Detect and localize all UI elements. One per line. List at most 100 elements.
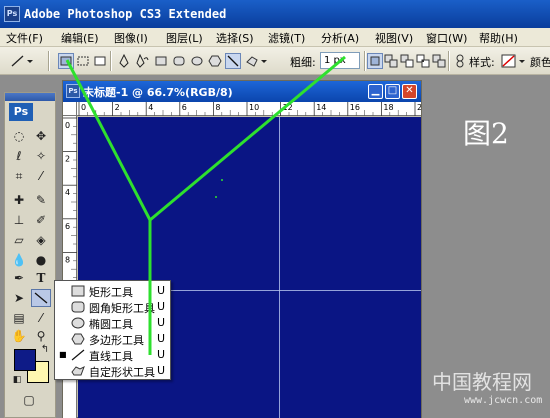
blur-tool-icon[interactable]: 💧 — [9, 251, 29, 269]
line-tool-button[interactable] — [225, 53, 241, 69]
rounded-rectangle-icon — [71, 301, 85, 313]
healing-brush-tool-icon[interactable]: ✚ — [9, 191, 29, 209]
ruler-label: 6 — [182, 103, 187, 112]
link-icon[interactable] — [452, 53, 468, 69]
color-label: 颜色 — [530, 56, 550, 69]
marquee-tool-icon[interactable]: ◌ — [9, 127, 29, 145]
crop-tool-icon[interactable]: ⌗ — [9, 167, 29, 185]
menu-filter[interactable]: 滤镜(T) — [268, 30, 305, 46]
path-selection-tool-icon[interactable]: ➤ — [9, 289, 29, 307]
pen-tool-icon[interactable]: ✒ — [9, 269, 29, 287]
shape-layers-button[interactable] — [58, 53, 74, 69]
notes-tool-icon[interactable]: ▤ — [9, 309, 29, 327]
flyout-item-custom-shape[interactable]: 自定形状工具 U — [55, 363, 170, 379]
freeform-pen-button[interactable] — [134, 53, 150, 69]
menu-image[interactable]: 图像(I) — [114, 30, 148, 46]
gradient-tool-icon[interactable]: ◈ — [31, 231, 51, 249]
slice-tool-icon[interactable]: ⁄ — [31, 167, 51, 185]
menu-view[interactable]: 视图(V) — [375, 30, 413, 46]
menu-select[interactable]: 选择(S) — [216, 30, 254, 46]
exclude-overlapping-button[interactable] — [431, 53, 447, 69]
watermark: 中国教程网 — [432, 370, 532, 394]
flyout-item-label: 自定形状工具 — [89, 366, 155, 379]
flyout-item-polygon[interactable]: 多边形工具 U — [55, 331, 170, 347]
eyedropper-tool-icon[interactable]: ⁄ — [31, 309, 51, 327]
rounded-rectangle-tool-button[interactable] — [171, 53, 187, 69]
flyout-item-label: 多边形工具 — [89, 334, 144, 347]
menu-help[interactable]: 帮助(H) — [479, 30, 518, 46]
paths-button[interactable] — [75, 53, 91, 69]
fill-pixels-button[interactable] — [92, 53, 108, 69]
ruler-label: 0 — [81, 103, 86, 112]
options-bar: 粗细: 样式: 颜色 — [0, 47, 550, 75]
photoshop-badge-icon: Ps — [9, 103, 33, 121]
photoshop-logo-icon: Ps — [4, 6, 20, 22]
flyout-item-rectangle[interactable]: 矩形工具 U — [55, 283, 170, 299]
flyout-item-label: 椭圆工具 — [89, 318, 133, 331]
weight-label: 粗细: — [290, 56, 316, 69]
style-picker[interactable] — [500, 53, 528, 69]
flyout-item-shortcut: U — [157, 300, 166, 313]
weight-input[interactable] — [320, 52, 360, 69]
vertical-guide[interactable] — [279, 117, 280, 418]
maximize-button[interactable]: □ — [385, 84, 400, 99]
ruler-label: 2 — [65, 155, 70, 164]
flyout-item-shortcut: U — [157, 364, 166, 377]
title-bar: Ps Adobe Photoshop CS3 Extended — [0, 0, 550, 28]
line-icon — [71, 349, 85, 361]
ruler-label: 8 — [215, 103, 220, 112]
eraser-tool-icon[interactable]: ▱ — [9, 231, 29, 249]
line-tool-icon[interactable] — [31, 289, 51, 307]
flyout-item-ellipse[interactable]: 椭圆工具 U — [55, 315, 170, 331]
separator — [364, 51, 366, 71]
ellipse-tool-button[interactable] — [189, 53, 205, 69]
toolbox-header[interactable] — [5, 93, 55, 101]
brush-tool-icon[interactable]: ✎ — [31, 191, 51, 209]
hand-tool-icon[interactable]: ✋ — [9, 327, 29, 345]
menu-edit[interactable]: 编辑(E) — [61, 30, 99, 46]
document-ps-icon: Ps — [66, 84, 80, 98]
menu-window[interactable]: 窗口(W) — [426, 30, 467, 46]
flyout-item-shortcut: U — [157, 316, 166, 329]
tool-preset-picker[interactable] — [8, 53, 34, 69]
rectangle-icon — [71, 285, 85, 297]
history-brush-tool-icon[interactable]: ✐ — [31, 211, 51, 229]
quick-mask-icon[interactable]: ▢ — [19, 391, 39, 409]
figure-label: 图2 — [463, 117, 509, 150]
menu-bar: 文件(F) 编辑(E) 图像(I) 图层(L) 选择(S) 滤镜(T) 分析(A… — [0, 28, 550, 47]
polygon-tool-button[interactable] — [207, 53, 223, 69]
menu-file[interactable]: 文件(F) — [6, 30, 43, 46]
pen-tool-button[interactable] — [116, 53, 132, 69]
selected-bullet-icon: ■ — [59, 350, 67, 359]
ruler-origin[interactable] — [63, 102, 77, 116]
type-tool-icon[interactable]: T — [31, 269, 51, 287]
dodge-tool-icon[interactable]: ● — [31, 251, 51, 269]
window-title: Adobe Photoshop CS3 Extended — [24, 7, 227, 21]
document-title-bar[interactable]: Ps 未标题-1 @ 66.7%(RGB/8) ▁ □ ✕ — [63, 81, 421, 102]
close-button[interactable]: ✕ — [402, 84, 417, 99]
foreground-color-swatch[interactable] — [14, 349, 36, 371]
swap-colors-icon[interactable]: ↰ — [35, 341, 55, 359]
custom-shape-tool-button[interactable] — [244, 53, 270, 69]
menu-layer[interactable]: 图层(L) — [166, 30, 203, 46]
menu-analysis[interactable]: 分析(A) — [321, 30, 359, 46]
ruler-label: 4 — [65, 188, 70, 197]
add-to-shape-area-button[interactable] — [383, 53, 399, 69]
flyout-item-rounded-rectangle[interactable]: 圆角矩形工具 U — [55, 299, 170, 315]
magic-wand-tool-icon[interactable]: ✧ — [31, 147, 51, 165]
default-colors-icon[interactable]: ◧ — [7, 371, 27, 389]
clone-stamp-tool-icon[interactable]: ⊥ — [9, 211, 29, 229]
move-tool-icon[interactable]: ✥ — [31, 127, 51, 145]
separator — [48, 51, 50, 71]
intersect-shape-areas-button[interactable] — [415, 53, 431, 69]
minimize-button[interactable]: ▁ — [368, 84, 383, 99]
create-new-shape-layer-button[interactable] — [367, 53, 383, 69]
ruler-label: 10 — [249, 103, 259, 112]
flyout-item-line[interactable]: ■ 直线工具 U — [55, 347, 170, 363]
lasso-tool-icon[interactable]: ℓ — [9, 147, 29, 165]
toolbox: Ps ◌ ✥ ℓ ✧ ⌗ ⁄ ✚ ✎ ⊥ ✐ ▱ ◈ 💧 ● ✒ T ➤ ▤ ⁄… — [4, 92, 56, 418]
horizontal-ruler[interactable]: 0 2 4 6 8 10 12 14 16 18 20 — [77, 102, 441, 116]
subtract-from-shape-area-button[interactable] — [399, 53, 415, 69]
rectangle-tool-button[interactable] — [153, 53, 169, 69]
flyout-item-label: 圆角矩形工具 — [89, 302, 155, 315]
